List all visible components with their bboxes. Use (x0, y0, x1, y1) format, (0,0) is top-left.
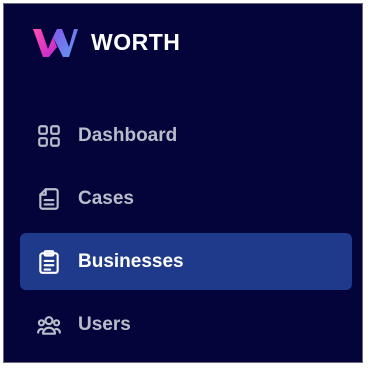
sidebar-item-users[interactable]: Users (20, 296, 352, 353)
dashboard-grid-icon (36, 123, 62, 149)
worth-logo-icon (33, 29, 78, 57)
sidebar-item-label: Cases (78, 187, 134, 209)
brand-logo[interactable]: WORTH (31, 24, 180, 60)
sidebar-item-label: Users (78, 313, 131, 335)
sidebar-item-cases[interactable]: Cases (20, 170, 352, 227)
sidebar: WORTH Dashboard Cases Businesses Users (3, 3, 363, 363)
users-icon (36, 312, 62, 338)
clipboard-icon (36, 249, 62, 275)
sidebar-item-label: Businesses (78, 250, 184, 272)
sidebar-item-label: Dashboard (78, 124, 178, 146)
brand-name: WORTH (91, 28, 181, 55)
document-icon (36, 186, 62, 212)
sidebar-item-businesses[interactable]: Businesses (20, 233, 352, 290)
sidebar-nav: Dashboard Cases Businesses Users (20, 107, 352, 359)
sidebar-item-dashboard[interactable]: Dashboard (20, 107, 352, 164)
